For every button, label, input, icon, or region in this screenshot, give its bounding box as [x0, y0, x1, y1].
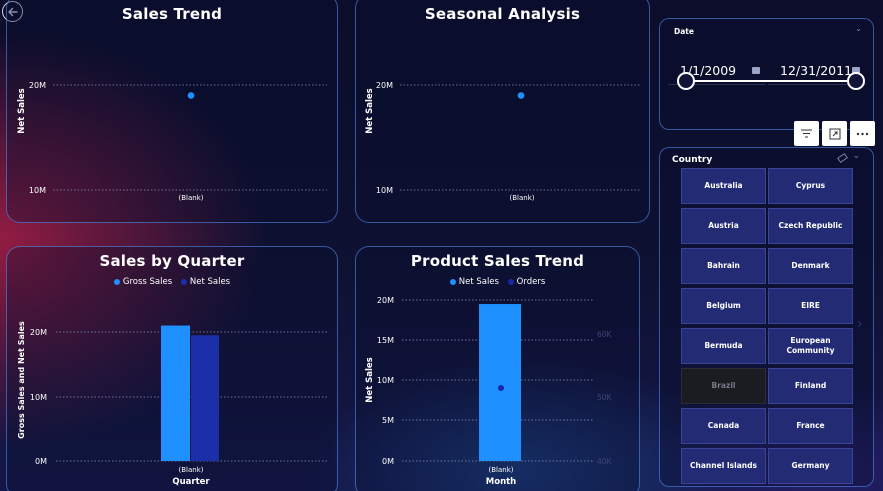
country-item-austria[interactable]: Austria — [681, 208, 766, 244]
sales-by-quarter-chart[interactable]: Gross Sales and Net Sales 20M 10M 0M (Bl… — [7, 247, 339, 491]
right-y-tick-label: 40K — [597, 457, 613, 466]
country-item-european-community[interactable]: European Community — [768, 328, 853, 364]
sales-trend-card: Sales Trend Net Sales 20M 10M (Blank) — [6, 0, 338, 223]
y-axis-title: Net Sales — [365, 88, 375, 134]
sales-trend-chart[interactable]: Net Sales 20M 10M (Blank) — [7, 0, 339, 224]
y-tick-label: 20M — [30, 328, 47, 337]
country-item-cyprus[interactable]: Cyprus — [768, 168, 853, 204]
country-label: Denmark — [791, 261, 830, 270]
date-slicer: Date ⌄ 1/1/2009 12/31/2011 — [659, 18, 874, 130]
y-tick-label: 20M — [377, 296, 394, 305]
country-item-finland[interactable]: Finland — [768, 368, 853, 404]
country-item-czech-republic[interactable]: Czech Republic — [768, 208, 853, 244]
date-range-track[interactable] — [685, 80, 857, 82]
country-item-germany[interactable]: Germany — [768, 448, 853, 484]
country-label: Finland — [794, 381, 827, 390]
country-item-canada[interactable]: Canada — [681, 408, 766, 444]
date-range-start-handle[interactable] — [677, 72, 695, 90]
country-item-belgium[interactable]: Belgium — [681, 288, 766, 324]
country-item-denmark[interactable]: Denmark — [768, 248, 853, 284]
y-tick-label: 10M — [377, 376, 394, 385]
visual-toolbar — [794, 121, 875, 146]
country-label: Cyprus — [795, 181, 826, 190]
y-tick-label: 20M — [376, 81, 393, 90]
filter-icon[interactable] — [794, 121, 819, 146]
country-slicer-title: Country — [672, 155, 713, 165]
date-slicer-title: Date — [674, 27, 694, 36]
country-label: Australia — [704, 181, 743, 190]
more-options-icon[interactable] — [850, 121, 875, 146]
date-range-end-handle[interactable] — [847, 72, 865, 90]
country-item-bermuda[interactable]: Bermuda — [681, 328, 766, 364]
chevron-right-icon[interactable]: › — [857, 316, 863, 332]
country-label: Channel Islands — [690, 461, 757, 470]
orders-point[interactable] — [498, 384, 504, 391]
country-label: Austria — [708, 221, 739, 230]
chevron-down-icon[interactable]: ⌄ — [852, 151, 860, 161]
country-label: Czech Republic — [778, 221, 843, 230]
y-tick-label: 10M — [376, 186, 393, 195]
seasonal-analysis-chart[interactable]: Net Sales 20M 10M (Blank) — [356, 0, 651, 224]
data-point[interactable] — [517, 92, 525, 99]
y-tick-label: 15M — [377, 336, 394, 345]
country-item-channel-islands[interactable]: Channel Islands — [681, 448, 766, 484]
y-tick-label: 10M — [30, 393, 47, 402]
chevron-down-icon[interactable]: ⌄ — [855, 24, 862, 33]
x-tick-label: (Blank) — [510, 194, 535, 202]
country-slicer: Country ⌄ Australia Cyprus Austria Czech… — [659, 147, 874, 487]
y-tick-label: 0M — [382, 457, 394, 466]
calendar-icon[interactable] — [752, 67, 760, 74]
country-label: France — [796, 421, 825, 430]
y-tick-label: 10M — [29, 186, 46, 195]
right-y-tick-label: 50K — [597, 393, 613, 402]
sales-by-quarter-card: Sales by Quarter Gross Sales Net Sales G… — [6, 246, 338, 491]
y-tick-label: 0M — [35, 457, 47, 466]
country-label: Brazil — [711, 381, 736, 390]
bar-net-sales[interactable] — [191, 335, 219, 461]
y-tick-label: 20M — [29, 81, 46, 90]
product-sales-trend-chart[interactable]: Net Sales 20M 15M 10M 5M 0M 60K 50K 40K … — [356, 247, 641, 491]
country-label: Canada — [707, 421, 740, 430]
country-item-france[interactable]: France — [768, 408, 853, 444]
country-label: European Community — [786, 336, 835, 355]
product-sales-trend-card: Product Sales Trend Net Sales Orders Net… — [355, 246, 640, 491]
focus-mode-icon[interactable] — [822, 121, 847, 146]
y-tick-label: 5M — [382, 416, 394, 425]
eraser-icon[interactable] — [837, 152, 848, 164]
bar-net-sales[interactable] — [479, 304, 521, 461]
x-tick-label: (Blank) — [179, 466, 204, 474]
right-y-tick-label: 60K — [597, 330, 613, 339]
y-axis-title: Net Sales — [17, 88, 27, 134]
y-axis-title: Net Sales — [365, 357, 375, 403]
x-axis-title: Quarter — [172, 477, 210, 487]
y-axis-title: Gross Sales and Net Sales — [17, 321, 26, 439]
seasonal-analysis-card: Seasonal Analysis Net Sales 20M 10M (Bla… — [355, 0, 650, 223]
end-date-value: 12/31/2011 — [780, 63, 853, 78]
country-item-eire[interactable]: EIRE — [768, 288, 853, 324]
country-label: Bahrain — [707, 261, 740, 270]
x-tick-label: (Blank) — [489, 466, 514, 474]
x-tick-label: (Blank) — [179, 194, 204, 202]
country-item-australia[interactable]: Australia — [681, 168, 766, 204]
data-point[interactable] — [187, 92, 195, 99]
country-item-brazil[interactable]: Brazil — [681, 368, 766, 404]
country-item-bahrain[interactable]: Bahrain — [681, 248, 766, 284]
bar-gross-sales[interactable] — [161, 325, 190, 461]
country-label: Belgium — [706, 301, 741, 310]
country-label: EIRE — [801, 301, 820, 310]
country-label: Germany — [791, 461, 830, 470]
country-label: Bermuda — [704, 341, 743, 350]
x-axis-title: Month — [486, 477, 516, 487]
